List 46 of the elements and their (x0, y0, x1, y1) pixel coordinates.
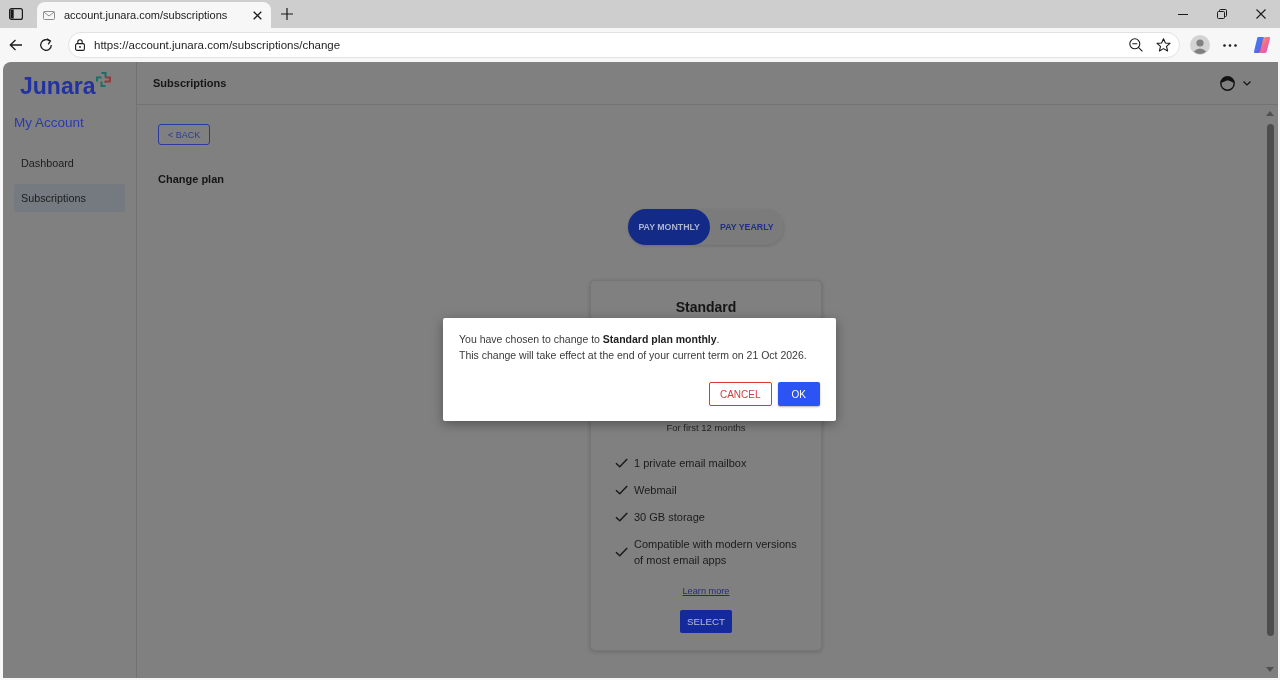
avatar-icon[interactable] (1220, 75, 1235, 91)
chevron-down-icon[interactable] (1243, 80, 1251, 86)
feature-text: 30 GB storage (634, 510, 705, 525)
plan-name: Standard (675, 298, 737, 316)
dialog-message: This change will take effect at the end of your current term on 21 Oct 2026. (459, 348, 808, 363)
select-button[interactable]: SELECT (679, 610, 733, 633)
logo-mark-icon (96, 72, 112, 87)
feature-text: 1 private email mailbox (634, 456, 747, 471)
check-icon (615, 512, 628, 522)
address-bar[interactable]: https://account.junara.com/subscriptions/change (68, 32, 1180, 58)
check-icon (615, 547, 628, 557)
page-title: Change plan (158, 172, 224, 187)
minimize-icon[interactable] (1177, 13, 1188, 15)
logo-text: Junara (20, 75, 96, 98)
ok-button[interactable]: OK (777, 382, 820, 406)
app-logo-icon[interactable] (1253, 36, 1271, 54)
zoom-out-icon[interactable] (1129, 38, 1143, 52)
sidebar-item[interactable]: Dashboard (14, 149, 125, 177)
sidebar-toggle-icon[interactable] (9, 8, 23, 20)
sidebar-heading: My Account (14, 114, 85, 131)
restore-icon[interactable] (1216, 9, 1227, 19)
term-note: For first 12 months (666, 421, 746, 434)
mail-icon (43, 10, 55, 20)
toggle-option[interactable]: PAY MONTHLY (628, 209, 710, 245)
lock-icon[interactable] (75, 39, 85, 51)
tab-title: account.junara.com/subscriptions (64, 9, 229, 21)
star-icon[interactable] (1156, 38, 1171, 52)
close-icon[interactable] (1255, 9, 1266, 19)
cancel-button[interactable]: CANCEL (708, 382, 772, 406)
url-text[interactable]: https://account.junara.com/subscriptions/change (94, 39, 1129, 51)
check-icon (615, 485, 628, 495)
header-title: Subscriptions (153, 77, 227, 89)
learn-more-link[interactable]: Learn more (682, 585, 730, 598)
profile-icon[interactable] (1190, 35, 1210, 55)
feature-text: Webmail (634, 483, 677, 498)
browser-tab[interactable]: account.junara.com/subscriptions (37, 2, 271, 28)
close-icon[interactable] (253, 10, 262, 20)
refresh-icon[interactable] (39, 38, 53, 52)
feature-text: Compatible with modern versions of most email apps (634, 537, 797, 568)
more-icon[interactable] (1223, 43, 1237, 47)
dialog-message: You have chosen to change to Standard plan monthly. (459, 332, 721, 347)
check-icon (615, 458, 628, 468)
scrollbar-thumb[interactable] (1266, 124, 1274, 636)
sidebar-item[interactable]: Subscriptions (14, 184, 125, 212)
new-tab-icon[interactable] (281, 8, 293, 20)
back-arrow-icon[interactable] (9, 39, 23, 51)
